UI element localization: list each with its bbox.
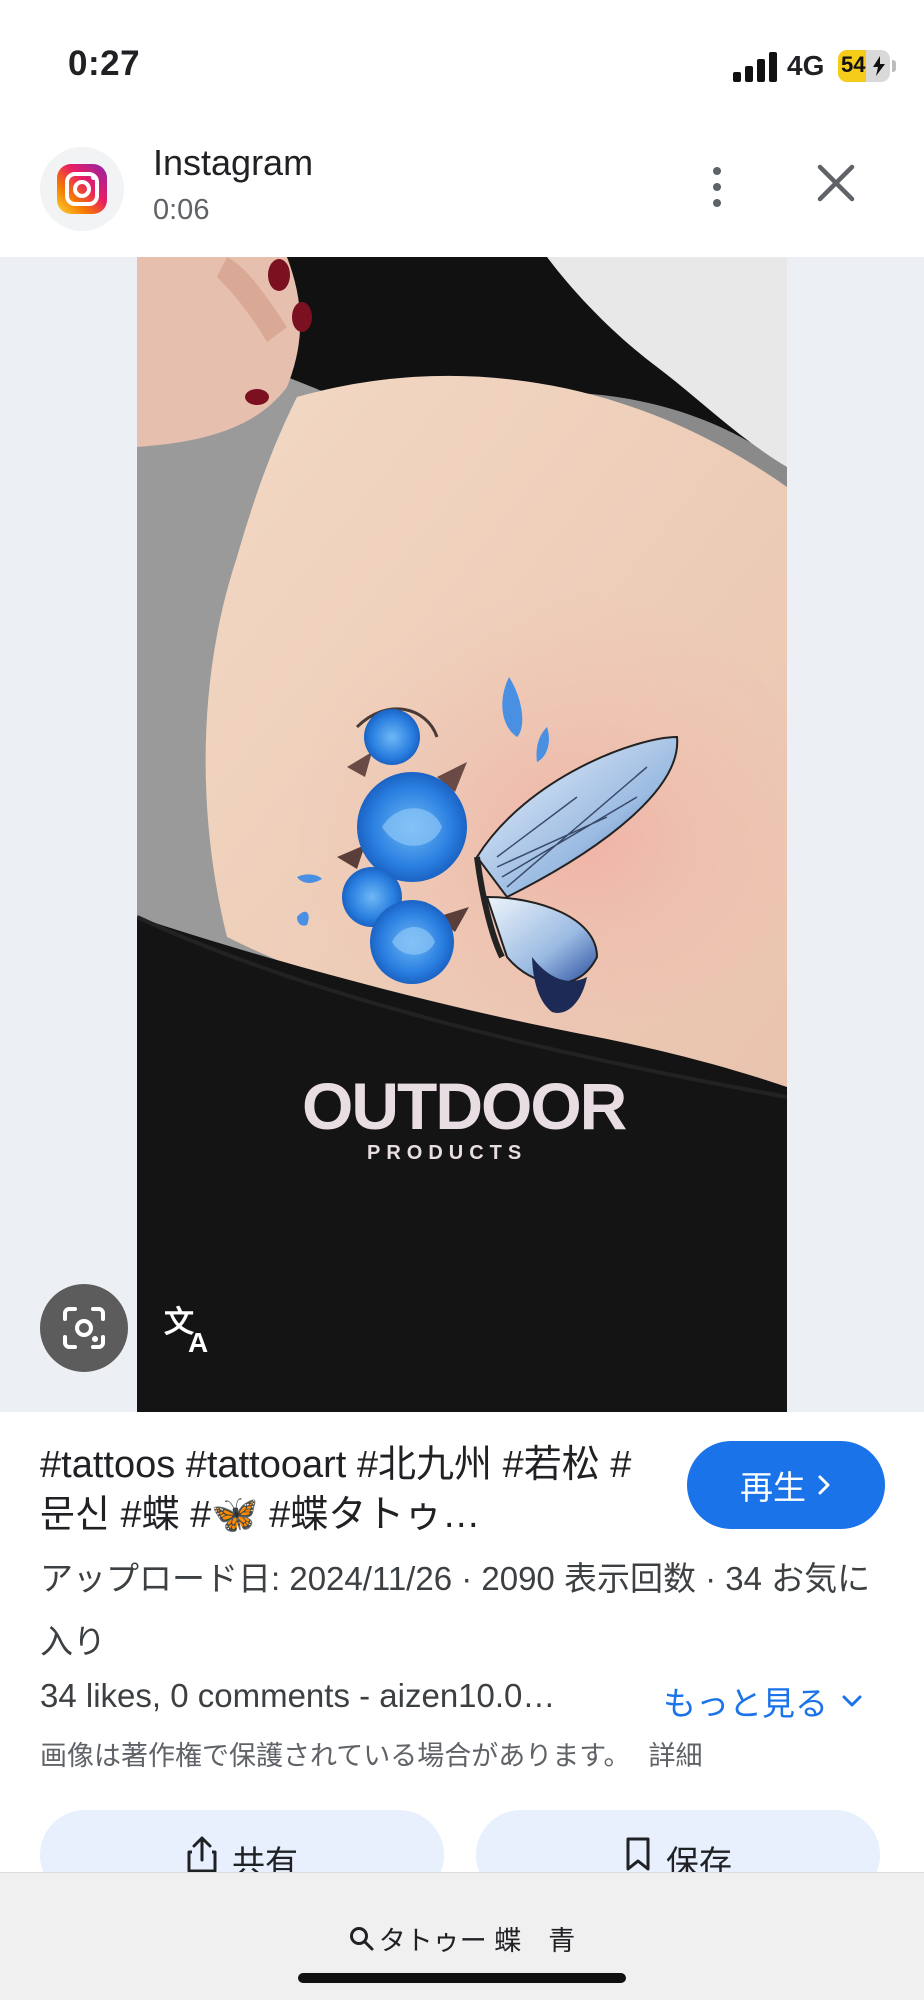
source-name[interactable]: Instagram <box>153 142 313 184</box>
network-type: 4G <box>787 50 825 81</box>
signal-icon <box>733 52 777 82</box>
play-label: 再生 <box>740 1469 806 1506</box>
translate-icon[interactable]: 文 A <box>160 1300 220 1360</box>
play-button[interactable]: 再生 <box>687 1441 885 1529</box>
status-bar: 0:27 4G 54 <box>0 0 924 135</box>
upload-meta: アップロード日: 2024/11/26 · 2090 表示回数 · 34 お気に… <box>40 1560 871 1660</box>
battery-charging-icon: 54 <box>838 50 896 82</box>
bottom-search-bar: タトゥー 蝶 青 <box>0 1872 924 2000</box>
more-label: もっと見る <box>663 1685 828 1722</box>
bookmark-icon <box>626 1837 650 1871</box>
lens-icon[interactable] <box>40 1284 128 1372</box>
more-vert-icon[interactable] <box>697 155 737 219</box>
instagram-icon[interactable] <box>40 147 124 231</box>
search-icon <box>349 1926 374 1950</box>
copyright-note: 画像は著作権で保護されている場合があります。 詳細 <box>40 1734 703 1773</box>
search-query-button[interactable]: タトゥー 蝶 青 <box>0 1919 924 1958</box>
chevron-down-icon <box>842 1695 862 1707</box>
more-link[interactable]: もっと見る <box>663 1677 864 1725</box>
search-query: タトゥー 蝶 青 <box>378 1926 576 1956</box>
tattoo-photo[interactable]: OUTDOOR PRODUCTS <box>137 257 787 1412</box>
result-info: #tattoos #tattooart #北九州 #若松 #문신 #蝶 #🦋 #… <box>0 1412 924 1900</box>
battery-level: 54 <box>841 52 866 77</box>
share-icon <box>187 1836 217 1873</box>
result-title[interactable]: #tattoos #tattooart #北九州 #若松 #문신 #蝶 #🦋 #… <box>40 1440 650 1540</box>
source-header: Instagram 0:06 <box>0 135 924 257</box>
source-duration: 0:06 <box>153 194 210 226</box>
home-indicator[interactable] <box>298 1973 626 1983</box>
close-icon[interactable] <box>810 157 862 209</box>
image-viewer: OUTDOOR PRODUCTS 文 A <box>0 257 924 1412</box>
copyright-text: 画像は著作権で保護されている場合があります。 <box>40 1741 631 1771</box>
result-description: 34 likes, 0 comments - aizen10.0… <box>40 1677 556 1714</box>
details-link[interactable]: 詳細 <box>649 1741 703 1771</box>
svg-text:A: A <box>188 1327 208 1358</box>
photo-logo-subtext: PRODUCTS <box>367 1142 527 1164</box>
photo-logo-text: OUTDOOR <box>302 1069 627 1143</box>
status-time: 0:27 <box>68 44 141 83</box>
chevron-right-icon <box>818 1475 830 1495</box>
